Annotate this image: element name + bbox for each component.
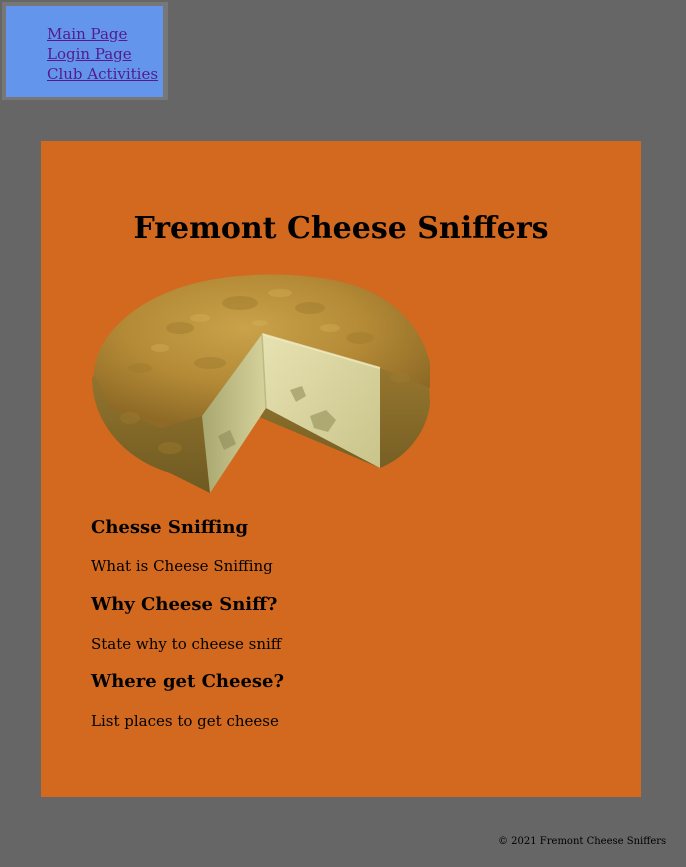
nav-item-activities: Club Activities (47, 64, 158, 84)
main-page-link[interactable]: Main Page (47, 25, 127, 43)
section-text-why-sniff: State why to cheese sniff (91, 635, 282, 653)
nav-panel: Main Page Login Page Club Activities (6, 6, 163, 97)
nav-item-login: Login Page (47, 44, 158, 64)
club-activities-link[interactable]: Club Activities (47, 65, 158, 83)
section-heading-cheese-sniffing: Chesse Sniffing (91, 517, 249, 538)
section-heading-why-sniff: Why Cheese Sniff? (91, 594, 278, 615)
page-title: Fremont Cheese Sniffers (133, 211, 549, 246)
cheese-wheel-image (92, 274, 430, 493)
section-heading-where-cheese: Where get Cheese? (91, 671, 285, 692)
footer-copyright: © 2021 Fremont Cheese Sniffers (498, 836, 667, 847)
nav-list: Main Page Login Page Club Activities (47, 24, 158, 84)
main-panel: Fremont Cheese Sniffers Chesse Sniffing … (41, 141, 641, 797)
nav-container: Main Page Login Page Club Activities (2, 2, 168, 100)
nav-item-main: Main Page (47, 24, 158, 44)
login-page-link[interactable]: Login Page (47, 45, 132, 63)
section-text-where-cheese: List places to get cheese (91, 712, 279, 730)
section-text-cheese-sniffing: What is Cheese Sniffing (91, 557, 273, 575)
